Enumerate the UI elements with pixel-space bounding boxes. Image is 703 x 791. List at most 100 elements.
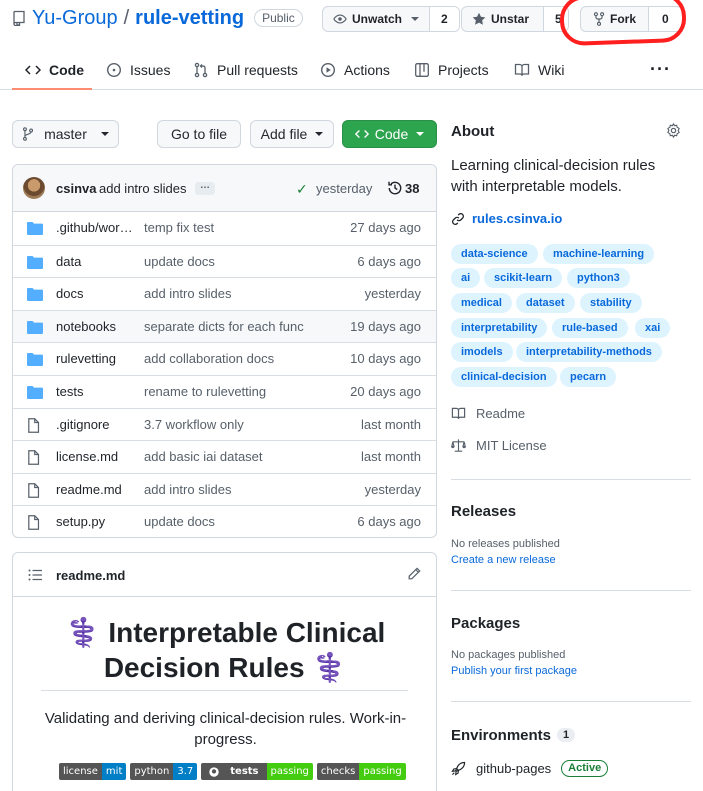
commit-expand-button[interactable]: … xyxy=(195,181,215,195)
tab-wiki[interactable]: Wiki xyxy=(514,50,564,90)
topic-tag[interactable]: xai xyxy=(635,318,671,338)
file-name-link[interactable]: rulevetting xyxy=(56,351,134,366)
file-row[interactable]: tests rename to rulevetting 20 days ago xyxy=(13,374,436,408)
avatar[interactable] xyxy=(23,177,45,199)
publish-package-link[interactable]: Publish your first package xyxy=(451,665,577,677)
tab-pull-requests[interactable]: Pull requests xyxy=(193,50,298,90)
environments-heading[interactable]: Environments 1 xyxy=(451,727,576,744)
file-name-link[interactable]: license.md xyxy=(56,449,134,464)
file-commit-age: 6 days ago xyxy=(357,253,421,269)
license-link[interactable]: MIT License xyxy=(451,438,547,453)
topic-tag[interactable]: clinical-decision xyxy=(451,367,557,387)
pencil-icon[interactable] xyxy=(407,567,421,581)
tab-actions[interactable]: Actions xyxy=(320,50,390,90)
tab-projects[interactable]: Projects xyxy=(414,50,489,90)
tab-issues[interactable]: Issues xyxy=(106,50,170,90)
code-icon xyxy=(354,127,369,141)
file-row[interactable]: setup.py update docs 6 days ago xyxy=(13,505,436,537)
gear-icon[interactable] xyxy=(666,123,681,138)
topic-tag[interactable]: python3 xyxy=(567,268,630,288)
topic-tag[interactable]: data-science xyxy=(451,244,538,264)
releases-heading[interactable]: Releases xyxy=(451,503,516,520)
chevron-down-icon xyxy=(416,132,425,136)
commit-count-link[interactable]: 38 xyxy=(405,181,419,196)
branch-select-button[interactable]: master xyxy=(12,120,119,148)
file-commit-message-link[interactable]: rename to rulevetting xyxy=(144,384,266,399)
star-fill-icon xyxy=(472,12,486,26)
environments-count: 1 xyxy=(557,728,576,742)
file-name-link[interactable]: setup.py xyxy=(56,514,134,529)
repo-owner-link[interactable]: Yu-Group xyxy=(32,7,118,30)
unstar-button[interactable]: Unstar xyxy=(462,7,543,31)
topic-tag[interactable]: ai xyxy=(451,268,481,288)
checks-badge[interactable]: checks passing xyxy=(316,763,406,780)
file-row[interactable]: data update docs 6 days ago xyxy=(13,244,436,278)
file-commit-message-link[interactable]: add intro slides xyxy=(144,286,231,301)
topic-tag[interactable]: interpretability-methods xyxy=(516,342,662,362)
file-row[interactable]: license.md add basic iai dataset last mont… xyxy=(13,440,436,473)
topic-tag[interactable]: interpretability xyxy=(451,318,548,338)
file-name-link[interactable]: .gitignore xyxy=(56,417,134,432)
red-annotation-circle xyxy=(559,0,687,47)
topic-tag[interactable]: scikit-learn xyxy=(484,268,563,288)
file-row[interactable]: docs add intro slides yesterday xyxy=(13,277,436,310)
file-commit-message-link[interactable]: 3.7 workflow only xyxy=(144,417,244,432)
topic-tag[interactable]: machine-learning xyxy=(543,244,655,264)
git-branch-icon xyxy=(22,127,34,141)
tab-code[interactable]: Code xyxy=(25,50,84,90)
website-link[interactable]: rules.csinva.io xyxy=(451,211,562,226)
star-button-group: Unstar 5 xyxy=(461,6,569,32)
file-name-link[interactable]: notebooks xyxy=(56,319,134,334)
environment-item[interactable]: github-pages Active xyxy=(451,760,609,777)
add-file-button[interactable]: Add file xyxy=(250,120,334,148)
topic-tag[interactable]: pecarn xyxy=(560,367,617,387)
packages-heading[interactable]: Packages xyxy=(451,615,520,632)
commit-time[interactable]: yesterday xyxy=(316,181,372,196)
topic-tag[interactable]: rule-based xyxy=(552,318,628,338)
unwatch-button[interactable]: Unwatch xyxy=(323,7,429,31)
file-row[interactable]: .github/workflows temp fix test 27 days ag… xyxy=(13,212,436,245)
file-row[interactable]: rulevetting add collaboration docs 10 days… xyxy=(13,342,436,375)
repo-name-link[interactable]: rule-vetting xyxy=(135,7,244,30)
file-name-link[interactable]: data xyxy=(56,254,134,269)
kebab-horizontal-icon[interactable]: ··· xyxy=(650,59,671,80)
file-commit-message-link[interactable]: temp fix test xyxy=(144,220,214,235)
history-icon xyxy=(387,180,403,196)
file-name-link[interactable]: readme.md xyxy=(56,482,134,497)
topic-tag[interactable]: stability xyxy=(580,293,642,313)
file-name-link[interactable]: docs xyxy=(56,286,134,301)
file-name-link[interactable]: .github/workflows xyxy=(56,220,134,235)
tests-badge[interactable]: tests passing xyxy=(201,763,313,780)
add-file-label: Add file xyxy=(260,126,308,142)
file-commit-message-link[interactable]: add collaboration docs xyxy=(144,351,274,366)
file-icon xyxy=(27,417,40,433)
watch-count[interactable]: 2 xyxy=(429,7,459,31)
file-row[interactable]: .gitignore 3.7 workflow only last month xyxy=(13,407,436,441)
tab-label: Projects xyxy=(438,62,489,78)
readme-link[interactable]: Readme xyxy=(451,406,525,421)
topic-tag[interactable]: dataset xyxy=(516,293,575,313)
go-to-file-button[interactable]: Go to file xyxy=(157,120,241,148)
list-unordered-icon[interactable] xyxy=(28,569,42,581)
topic-tag[interactable]: imodels xyxy=(451,342,513,362)
commit-message-link[interactable]: add intro slides xyxy=(99,181,186,196)
file-name-link[interactable]: tests xyxy=(56,384,134,399)
readme-link-label: Readme xyxy=(476,406,526,421)
file-commit-message-link[interactable]: update docs xyxy=(144,254,215,269)
create-release-link[interactable]: Create a new release xyxy=(451,554,556,566)
topic-tag[interactable]: medical xyxy=(451,293,512,313)
file-commit-message-link[interactable]: add basic iai dataset xyxy=(144,449,263,464)
file-row[interactable]: notebooks separate dicts for each func 19 … xyxy=(13,309,436,343)
tab-label: Pull requests xyxy=(217,62,298,78)
python-badge[interactable]: python 3.7 xyxy=(130,763,198,780)
code-dropdown-button[interactable]: Code xyxy=(342,120,437,148)
git-pull-request-icon xyxy=(193,62,209,78)
file-row[interactable]: readme.md add intro slides yesterday xyxy=(13,472,436,506)
commit-author-link[interactable]: csinva xyxy=(56,181,96,196)
file-commit-message-link[interactable]: add intro slides xyxy=(144,482,231,497)
license-badge[interactable]: license mit xyxy=(59,763,127,780)
file-commit-message-link[interactable]: separate dicts for each func xyxy=(144,319,304,334)
file-commit-message-link[interactable]: update docs xyxy=(144,514,215,529)
rocket-icon xyxy=(451,761,466,776)
repo-title: Yu-Group / rule-vetting Public xyxy=(32,6,303,30)
